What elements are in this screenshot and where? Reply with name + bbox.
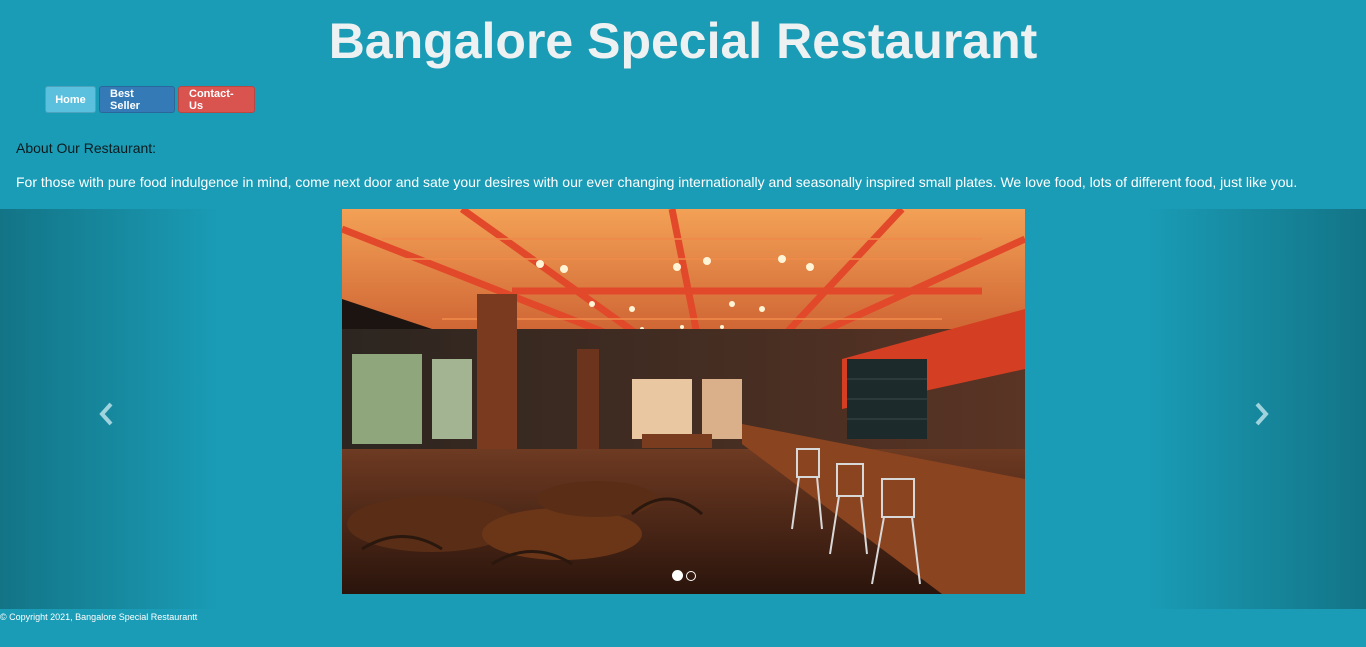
carousel-indicators: [672, 570, 696, 581]
image-carousel: [0, 209, 1366, 609]
about-heading: About Our Restaurant:: [16, 140, 157, 156]
nav-bar: Home Best Seller Contact-Us: [45, 86, 255, 113]
carousel-indicator-1[interactable]: [672, 570, 683, 581]
carousel-next-button[interactable]: [1246, 399, 1276, 429]
restaurant-interior-image: [342, 209, 1025, 594]
home-button[interactable]: Home: [45, 86, 96, 113]
about-text: For those with pure food indulgence in m…: [16, 174, 1298, 190]
best-seller-button[interactable]: Best Seller: [99, 86, 175, 113]
chevron-right-icon: [1255, 402, 1269, 426]
site-title: Bangalore Special Restaurant: [328, 13, 1038, 69]
carousel-prev-button[interactable]: [92, 399, 122, 429]
carousel-indicator-2[interactable]: [686, 571, 696, 581]
footer-copyright: © Copyright 2021, Bangalore Special Rest…: [0, 612, 198, 622]
page: Bangalore Special Restaurant Home Best S…: [0, 0, 1366, 647]
contact-us-button[interactable]: Contact-Us: [178, 86, 255, 113]
chevron-left-icon: [99, 402, 113, 426]
